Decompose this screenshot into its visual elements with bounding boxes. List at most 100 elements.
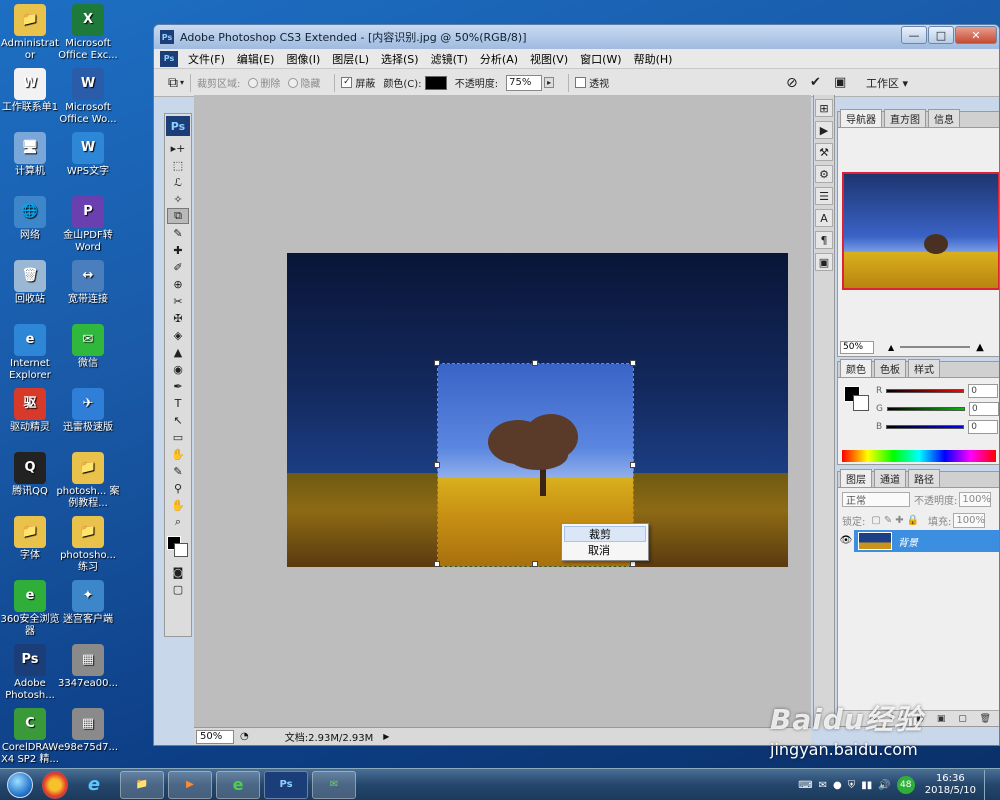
desktop-icon[interactable]: 🖥 计算机 xyxy=(0,132,62,178)
desktop-icon[interactable]: W WPS文字 xyxy=(56,132,120,178)
tool-icon[interactable]: ⬚ xyxy=(167,157,189,173)
tool-icon[interactable]: ◉ xyxy=(167,361,189,377)
tool-icon[interactable]: ✎ xyxy=(167,463,189,479)
cancel-crop-icon[interactable]: ⊘ xyxy=(786,75,798,91)
tool-icon[interactable]: ⌕ xyxy=(167,514,189,530)
shield-color-swatch[interactable] xyxy=(424,75,447,90)
tool-icon[interactable]: ◈ xyxy=(167,327,189,343)
workspace-menu[interactable]: 工作区 ▾ xyxy=(866,75,908,91)
desktop-icon[interactable]: ✦ 迷宫客户端 xyxy=(56,580,120,626)
tab-layers[interactable]: 图层 xyxy=(840,469,872,487)
desktop-icon[interactable]: ✈ 迅雷极速版 xyxy=(56,388,120,434)
desktop-icon[interactable]: 📁 字体 xyxy=(0,516,62,562)
background-color-swatch[interactable] xyxy=(174,543,188,557)
desktop-icon[interactable]: C CorelDRAW X4 SP2 精... xyxy=(0,708,62,766)
crop-handle[interactable] xyxy=(434,561,440,567)
desktop-icon[interactable]: ▦ 3347ea00... xyxy=(56,644,120,690)
taskbar-explorer[interactable]: 📁 xyxy=(120,770,164,799)
quick-mask-icon[interactable]: ◙ xyxy=(167,564,189,580)
tab-swatches[interactable]: 色板 xyxy=(874,359,906,377)
ps-menu-icon[interactable]: Ps xyxy=(160,50,178,67)
hide-radio[interactable]: 隐藏 xyxy=(288,75,320,90)
show-desktop-button[interactable] xyxy=(984,770,994,800)
eye-icon[interactable]: 👁 xyxy=(838,530,854,552)
canvas-area[interactable]: 裁剪 取消 xyxy=(194,95,811,727)
desktop-icon[interactable]: 驱驱动精灵 xyxy=(0,388,62,434)
tab-info[interactable]: 信息 xyxy=(928,109,960,127)
panel-toggle-icon[interactable]: ☰ xyxy=(815,187,833,205)
tool-icon[interactable]: ✋ xyxy=(167,497,189,513)
tool-icon[interactable]: ✎ xyxy=(167,225,189,241)
menu-view[interactable]: 视图(V) xyxy=(524,51,574,67)
crop-handle[interactable] xyxy=(532,360,538,366)
tool-icon[interactable]: ✒ xyxy=(167,378,189,394)
menu-image[interactable]: 图像(I) xyxy=(280,51,326,67)
desktop-icon[interactable]: Ps Adobe Photosh... xyxy=(0,644,62,702)
blend-mode-select[interactable]: 正常 xyxy=(842,491,910,507)
menu-file[interactable]: 文件(F) xyxy=(182,51,231,67)
desktop-icon[interactable]: ↔ 宽带连接 xyxy=(56,260,120,306)
crop-handle[interactable] xyxy=(434,360,440,366)
desktop-icon[interactable]: ▦ e98e75d7... xyxy=(56,708,120,754)
desktop-icon[interactable]: e 360安全浏览器 xyxy=(0,580,62,638)
fill-field[interactable]: 100% xyxy=(953,512,986,528)
crop-handle[interactable] xyxy=(630,462,636,468)
taskbar-media[interactable]: ▶ xyxy=(168,770,212,799)
layer-opacity-field[interactable]: 100% xyxy=(959,491,992,507)
desktop-icon[interactable]: 🌐 网络 xyxy=(0,196,62,242)
zoom-field[interactable]: 50% xyxy=(196,729,234,744)
navigator-preview[interactable] xyxy=(842,172,999,290)
layer-row-background[interactable]: 👁 背景 xyxy=(838,530,999,552)
tray-badge[interactable]: 48 xyxy=(896,776,915,794)
panel-toggle-icon[interactable]: ⊞ xyxy=(815,99,833,117)
taskbar-wechat[interactable]: ✉ xyxy=(312,770,356,799)
menu-edit[interactable]: 编辑(E) xyxy=(231,51,281,67)
desktop-icon[interactable]: e Internet Explorer xyxy=(0,324,62,382)
qq-tray-icon[interactable]: ● xyxy=(833,780,842,791)
perspective-checkbox[interactable]: 透视 xyxy=(575,75,609,90)
menu-layer[interactable]: 图层(L) xyxy=(326,51,375,67)
window-titlebar[interactable]: Ps Adobe Photoshop CS3 Extended - [内容识别.… xyxy=(154,25,999,49)
tool-icon[interactable]: ✚ xyxy=(167,242,189,258)
desktop-icon[interactable]: 📁 photosh... 案例教程... xyxy=(56,452,120,510)
commit-crop-icon[interactable]: ✔ xyxy=(810,75,821,90)
close-button[interactable]: ✕ xyxy=(955,26,997,44)
screen-mode-icon[interactable]: ▢ xyxy=(167,581,189,597)
document-image[interactable] xyxy=(287,253,788,567)
desktop-icon[interactable]: Q 腾讯QQ xyxy=(0,452,62,498)
desktop-icon[interactable]: W Microsoft Office Wo... xyxy=(56,68,120,126)
context-menu-cancel[interactable]: 取消 xyxy=(564,542,646,558)
crop-handle[interactable] xyxy=(434,462,440,468)
taskbar-360-icon[interactable] xyxy=(42,770,68,799)
status-menu-icon[interactable]: ▶ xyxy=(383,732,389,741)
panel-toggle-icon[interactable]: ▣ xyxy=(815,253,833,271)
volume-icon[interactable]: 🔊 xyxy=(878,780,890,791)
navigator-zoom-field[interactable]: 50% xyxy=(840,340,874,354)
menu-select[interactable]: 选择(S) xyxy=(375,51,425,67)
clock[interactable]: 16:36 2018/5/10 xyxy=(925,773,976,797)
status-icon[interactable]: ◔ xyxy=(240,731,249,742)
tab-styles[interactable]: 样式 xyxy=(908,359,940,377)
color-ramp[interactable] xyxy=(842,450,996,462)
desktop-icon[interactable]: ✉ 微信 xyxy=(56,324,120,370)
zoom-out-icon[interactable]: ▲ xyxy=(888,343,894,352)
tool-icon[interactable]: ✧ xyxy=(167,191,189,207)
panel-toggle-icon[interactable]: ⚙ xyxy=(815,165,833,183)
desktop-icon[interactable]: X Microsoft Office Exc... xyxy=(56,4,120,62)
channel-g[interactable]: G0 xyxy=(872,400,999,418)
tool-icon[interactable]: ⧉ xyxy=(167,208,189,224)
security-tray-icon[interactable]: ⛨ xyxy=(848,780,856,791)
maximize-button[interactable]: □ xyxy=(928,26,954,44)
panel-toggle-icon[interactable]: ▶ xyxy=(815,121,833,139)
crop-handle[interactable] xyxy=(630,561,636,567)
menu-help[interactable]: 帮助(H) xyxy=(628,51,679,67)
keyboard-icon[interactable]: ⌨ xyxy=(798,780,812,791)
desktop-icon[interactable]: W 工作联系单1 xyxy=(0,68,62,114)
palette-well-icon[interactable]: ▣ xyxy=(834,75,846,90)
taskbar-ie-icon[interactable]: e xyxy=(72,771,116,799)
color-swatches[interactable] xyxy=(167,536,189,558)
panel-toggle-icon[interactable]: ⚒ xyxy=(815,143,833,161)
desktop-icon[interactable]: 📁 photosho... 练习 xyxy=(56,516,120,574)
desktop-icon[interactable]: 📁 Administrat or xyxy=(0,4,62,62)
network-icon[interactable]: ▮▮ xyxy=(861,780,872,791)
